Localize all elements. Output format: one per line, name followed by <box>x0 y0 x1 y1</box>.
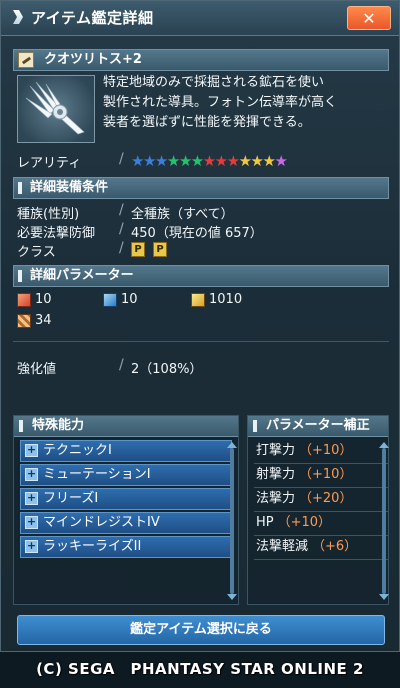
class-icon: P <box>153 242 167 257</box>
expand-plus-icon: + <box>25 443 38 457</box>
star-icon: ★ <box>250 152 264 170</box>
ability-item[interactable]: + テクニックI <box>20 440 232 462</box>
bonus-row: 法撃力 （+20） <box>254 488 388 512</box>
bonus-value: （+10） <box>299 443 353 458</box>
window-title: アイテム鑑定詳細 <box>31 9 154 27</box>
star-icon: ★ <box>166 152 180 170</box>
conditions-header: 詳細装備条件 <box>13 177 389 199</box>
race-label: 種族(性別) <box>17 207 80 222</box>
item-name: クオツリトス+2 <box>44 52 142 67</box>
back-to-selection-button[interactable]: 鑑定アイテム選択に戻る <box>17 615 385 645</box>
bonus-label: 法撃力 <box>256 491 296 506</box>
star-icon: ★ <box>178 152 192 170</box>
separator: / <box>119 151 124 167</box>
bonus-row: 射撃力 （+10） <box>254 464 388 488</box>
dexterity-value: 34 <box>35 313 52 328</box>
ability-name: ミューテーションI <box>43 467 151 482</box>
class-icon: P <box>131 242 145 257</box>
separator: / <box>119 202 124 218</box>
rarity-label: レアリティ <box>17 156 82 171</box>
title-bar: アイテム鑑定詳細 ✕ <box>1 1 399 36</box>
abilities-header: 特殊能力 <box>14 416 238 437</box>
divider <box>13 341 389 342</box>
melee-attack-value: 10 <box>35 292 52 307</box>
close-button[interactable]: ✕ <box>347 6 391 30</box>
star-icon: ★ <box>202 152 216 170</box>
item-image <box>17 75 95 143</box>
copyright-text: (C) SEGA PHANTASY STAR ONLINE 2 <box>36 660 364 678</box>
separator: / <box>119 240 124 256</box>
melee-attack-icon <box>17 293 31 307</box>
bonus-label: 法撃軽減 <box>256 539 309 554</box>
star-icon: ★ <box>226 152 240 170</box>
bonus-label: 打撃力 <box>256 443 296 458</box>
ranged-attack-value: 10 <box>121 292 138 307</box>
class-label: クラス <box>17 245 56 260</box>
bonus-value: （+10） <box>277 515 332 530</box>
required-tech-defense-label: 必要法撃防御 <box>17 226 96 241</box>
separator: / <box>119 357 124 373</box>
star-icon: ★ <box>262 152 275 170</box>
bonus-header: パラメーター補正 <box>248 416 388 437</box>
item-name-bar: クオツリトス+2 <box>13 49 389 71</box>
expand-plus-icon: + <box>25 491 38 505</box>
tech-attack-icon <box>191 293 205 307</box>
parameters-header: 詳細パラメーター <box>13 265 389 287</box>
bonus-row: HP （+10） <box>254 512 388 536</box>
rod-type-icon <box>18 52 34 68</box>
enhance-value: 2（108%） <box>131 362 203 377</box>
star-icon: ★ <box>154 152 168 170</box>
description-line: 装者を選ばずに性能を発揮できる。 <box>103 115 311 130</box>
description-line: 特定地域のみで採掘される鉱石を使い <box>103 75 325 90</box>
abilities-scrollbar[interactable] <box>227 442 237 600</box>
quartz-crystal-icon <box>25 81 85 135</box>
ability-item[interactable]: + マインドレジストIV <box>20 512 232 534</box>
star-icon: ★ <box>131 152 144 170</box>
expand-plus-icon: + <box>25 515 38 529</box>
ranged-attack-icon <box>103 293 117 307</box>
bonus-panel: パラメーター補正 打撃力 （+10） 射撃力 （+10） 法撃力 （+20） HP （+… <box>247 415 389 605</box>
ability-item[interactable]: + ミューテーションI <box>20 464 232 486</box>
required-tech-defense-value: 450（現在の値 657） <box>131 226 263 241</box>
separator: / <box>119 221 124 237</box>
item-appraisal-window: アイテム鑑定詳細 ✕ クオツリトス+2 特定地域のみで採掘される鉱石を使い 製作… <box>0 0 400 652</box>
tech-attack-value: 1010 <box>209 292 243 307</box>
star-icon: ★ <box>274 152 287 170</box>
bonus-row: 法撃軽減 （+6） <box>254 536 388 560</box>
bonus-scrollbar[interactable] <box>379 442 389 600</box>
star-icon: ★ <box>238 152 252 170</box>
bonus-value: （+20） <box>299 491 353 506</box>
race-value: 全種族（すべて） <box>131 207 234 222</box>
ability-name: フリーズI <box>43 491 99 506</box>
bonus-value: （+10） <box>299 467 353 482</box>
description-line: 製作された導具。フォトン伝導率が高く <box>103 95 338 110</box>
ability-name: ラッキーライズII <box>43 539 142 554</box>
rarity-stars: ★★★★★★★★★★★★★ <box>131 152 288 170</box>
star-icon: ★ <box>214 152 228 170</box>
expand-plus-icon: + <box>25 539 38 553</box>
item-description: 特定地域のみで採掘される鉱石を使い 製作された導具。フォトン伝導率が高く 装者を… <box>103 73 393 133</box>
abilities-panel: 特殊能力 + テクニックI + ミューテーションI + フリーズI + マインド… <box>13 415 239 605</box>
title-arrow-icon <box>13 10 23 24</box>
star-icon: ★ <box>190 152 204 170</box>
ability-item[interactable]: + フリーズI <box>20 488 232 510</box>
expand-plus-icon: + <box>25 467 38 481</box>
enhance-label: 強化値 <box>17 362 57 377</box>
bonus-label: 射撃力 <box>256 467 296 482</box>
close-icon: ✕ <box>362 8 376 28</box>
dexterity-icon <box>17 314 31 328</box>
bonus-label: HP <box>256 515 274 530</box>
star-icon: ★ <box>142 152 156 170</box>
ability-name: マインドレジストIV <box>43 515 160 530</box>
bonus-row: 打撃力 （+10） <box>254 440 388 464</box>
ability-item[interactable]: + ラッキーライズII <box>20 536 232 558</box>
ability-name: テクニックI <box>43 443 112 458</box>
bonus-value: （+6） <box>312 539 358 554</box>
